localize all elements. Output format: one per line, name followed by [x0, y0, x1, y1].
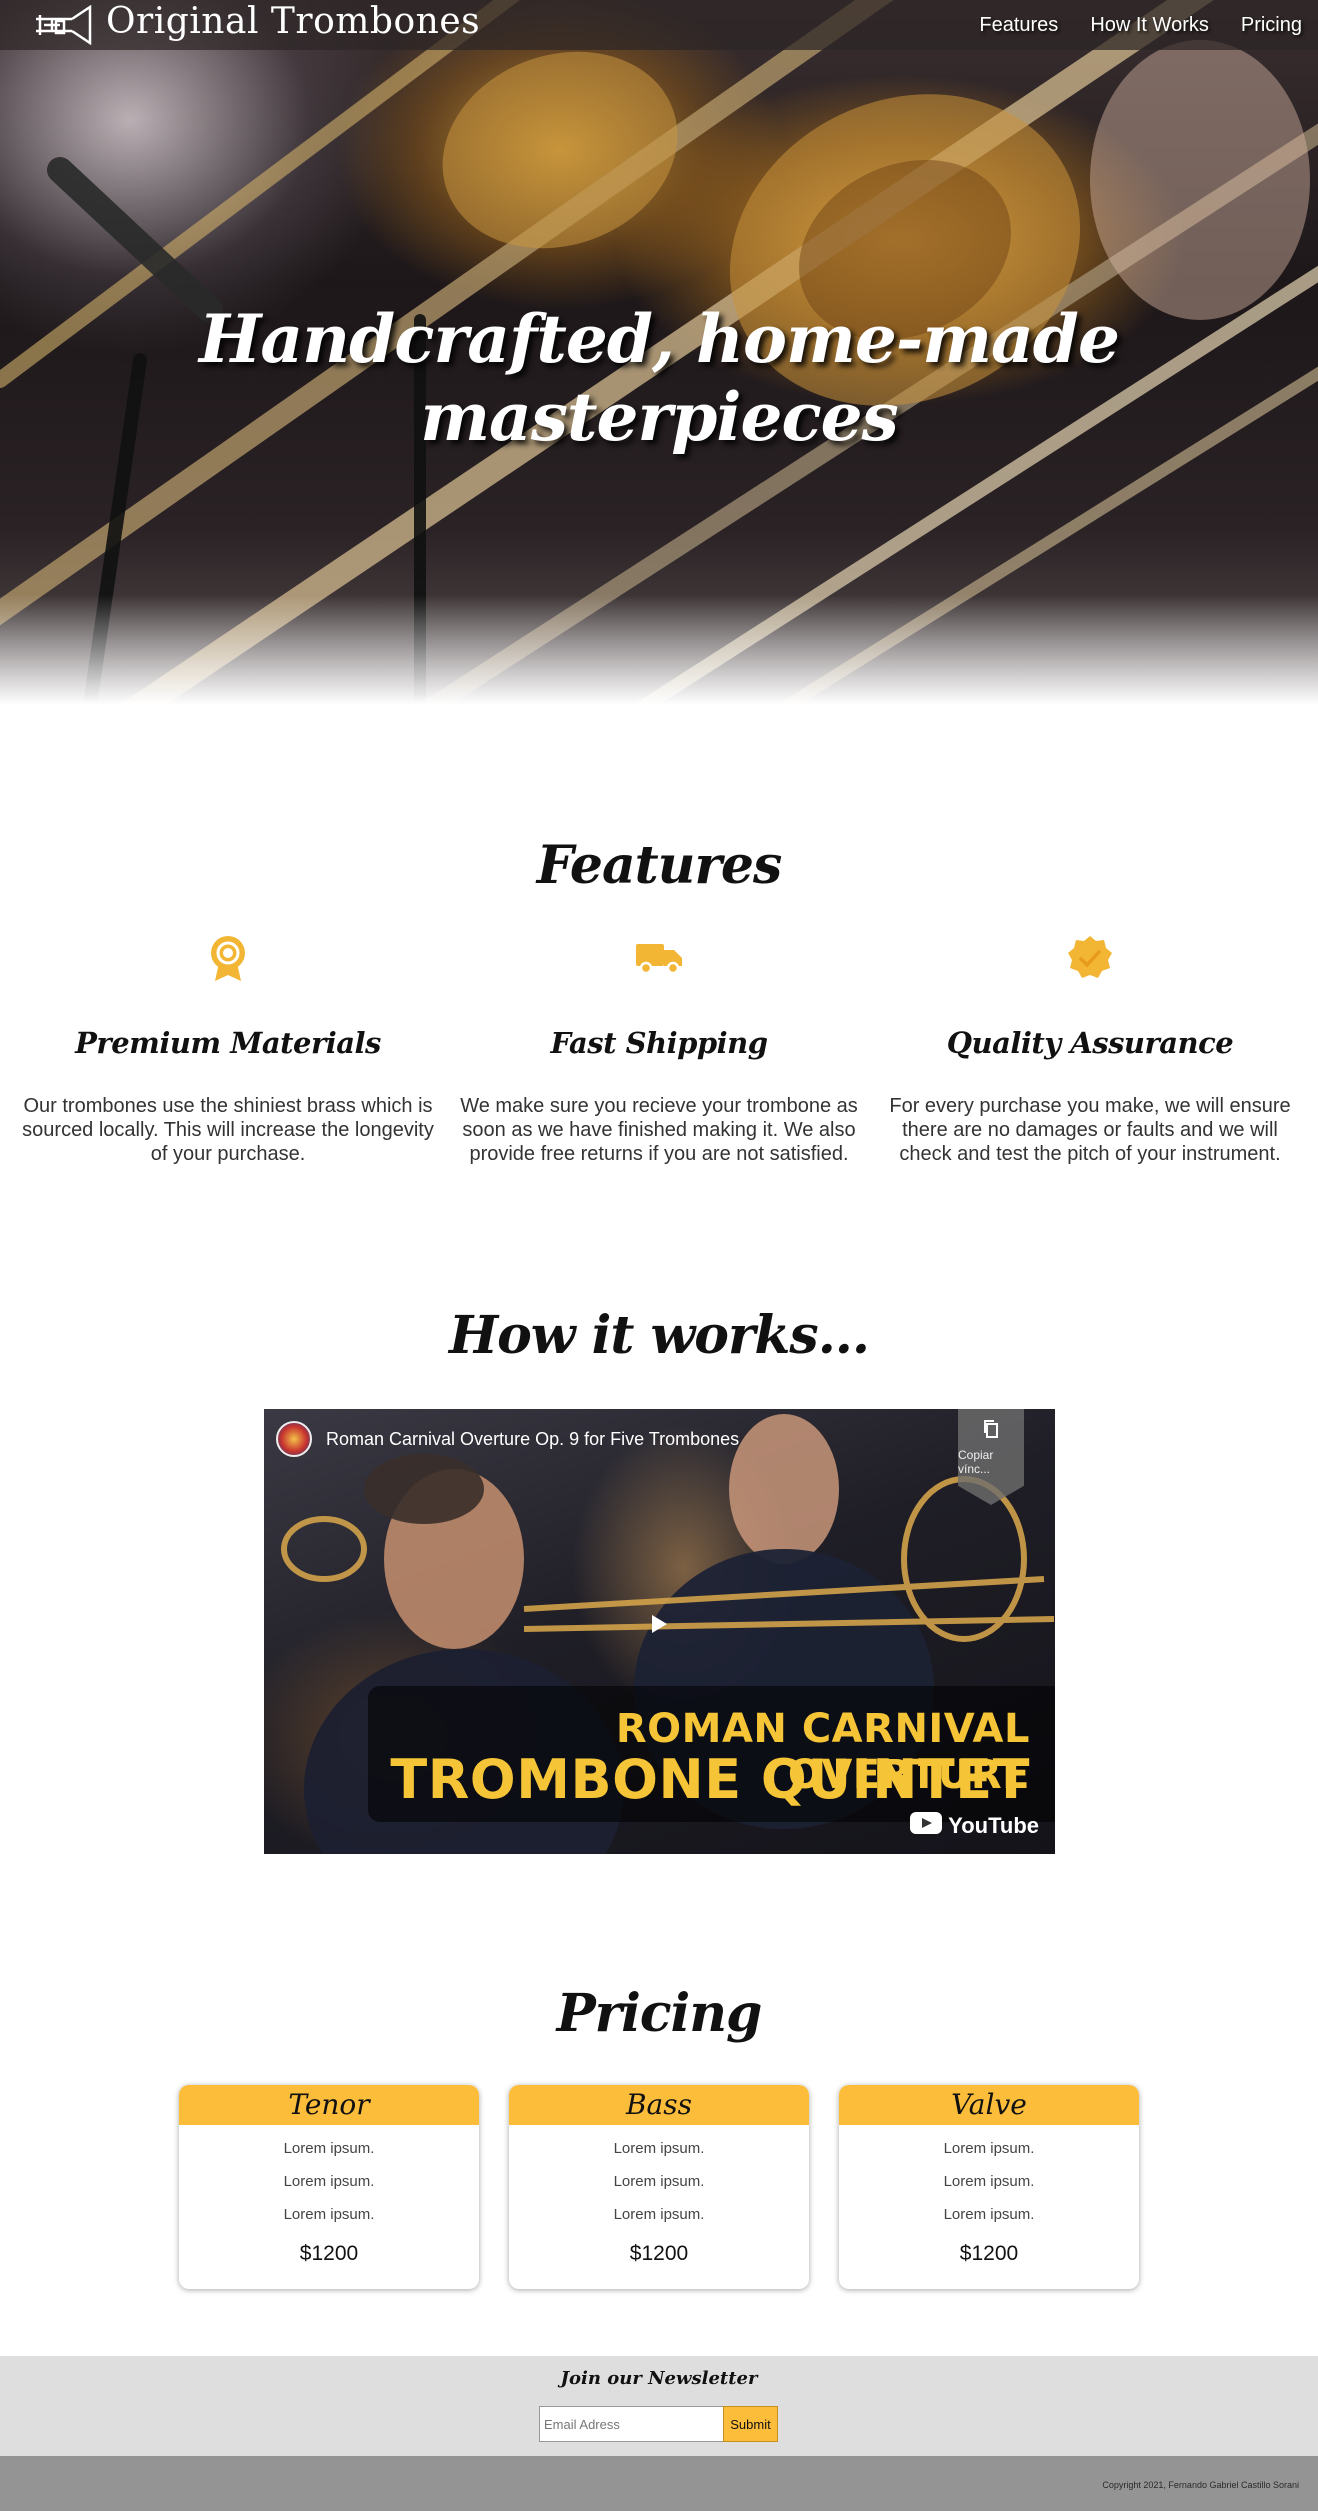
feature-card: Premium Materials Our trombones use the … — [18, 930, 438, 1166]
features-list: Premium Materials Our trombones use the … — [18, 930, 1300, 1166]
plan-feature: Lorem ipsum. — [613, 2206, 705, 2223]
video-player[interactable]: Roman Carnival Overture Op. 9 for Five T… — [264, 1409, 1055, 1854]
feature-card: Quality Assurance For every purchase you… — [880, 930, 1300, 1166]
truck-icon — [449, 930, 869, 986]
plan-name: Bass — [509, 2085, 809, 2125]
features-title: Features — [536, 835, 782, 896]
hero-fade — [0, 595, 1318, 705]
hero-section: Handcrafted, home-made masterpieces — [0, 0, 1318, 705]
newsletter-form: Submit — [539, 2406, 778, 2442]
copy-icon — [982, 1419, 1000, 1444]
plan-feature: Lorem ipsum. — [283, 2206, 375, 2223]
pricing-card-tenor: Tenor Lorem ipsum. Lorem ipsum. Lorem ip… — [179, 2085, 479, 2289]
pricing-card-bass: Bass Lorem ipsum. Lorem ipsum. Lorem ips… — [509, 2085, 809, 2289]
trombone-logo-icon — [30, 5, 94, 45]
nav-link-pricing[interactable]: Pricing — [1241, 14, 1302, 37]
pricing-title: Pricing — [556, 1983, 763, 2044]
check-badge-icon — [880, 930, 1300, 986]
nav-link-how-it-works[interactable]: How It Works — [1090, 14, 1209, 37]
feature-title: Premium Materials — [75, 1026, 381, 1060]
nav-link-features[interactable]: Features — [979, 14, 1058, 37]
plan-feature: Lorem ipsum. — [943, 2173, 1035, 2190]
play-button[interactable] — [634, 1606, 684, 1646]
how-it-works-title: How it works... — [448, 1305, 870, 1366]
plan-feature: Lorem ipsum. — [943, 2140, 1035, 2157]
youtube-wordmark: YouTube — [948, 1813, 1039, 1838]
site-header: Original Trombones Features How It Works… — [0, 0, 1318, 50]
youtube-play-icon — [910, 1812, 943, 1840]
video-banner: ROMAN CARNIVAL OVERTURE TROMBONE QUINTET — [368, 1686, 1055, 1822]
video-title[interactable]: Roman Carnival Overture Op. 9 for Five T… — [326, 1429, 739, 1450]
plan-feature: Lorem ipsum. — [943, 2206, 1035, 2223]
feature-card: Fast Shipping We make sure you recieve y… — [449, 930, 869, 1166]
hero-title: Handcrafted, home-made masterpieces — [199, 300, 1120, 456]
newsletter-section: Join our Newsletter Submit — [0, 2356, 1318, 2456]
channel-avatar[interactable] — [276, 1421, 312, 1457]
feature-text: We make sure you recieve your trombone a… — [460, 1095, 858, 1165]
award-medal-icon — [18, 930, 438, 986]
plan-feature: Lorem ipsum. — [613, 2173, 705, 2190]
copy-link-label: Copiar vínc... — [958, 1448, 994, 1476]
submit-button[interactable]: Submit — [723, 2406, 778, 2442]
plan-name: Tenor — [179, 2085, 479, 2125]
plan-feature: Lorem ipsum. — [283, 2173, 375, 2190]
plan-price: $1200 — [629, 2242, 689, 2265]
plan-price: $1200 — [299, 2242, 359, 2265]
banner-line-2: TROMBONE QUINTET — [390, 1748, 1030, 1811]
plan-feature: Lorem ipsum. — [613, 2140, 705, 2157]
email-input[interactable] — [539, 2406, 723, 2442]
feature-text: Our trombones use the shiniest brass whi… — [22, 1095, 434, 1165]
play-icon — [650, 1614, 668, 1639]
plan-feature: Lorem ipsum. — [283, 2140, 375, 2157]
feature-title: Quality Assurance — [946, 1026, 1234, 1060]
plan-price: $1200 — [959, 2242, 1019, 2265]
feature-text: For every purchase you make, we will ens… — [889, 1095, 1291, 1165]
site-footer: Copyright 2021, Fernando Gabriel Castill… — [0, 2456, 1318, 2511]
copyright-text: Copyright 2021, Fernando Gabriel Castill… — [1102, 2480, 1299, 2490]
pricing-card-valve: Valve Lorem ipsum. Lorem ipsum. Lorem ip… — [839, 2085, 1139, 2289]
copy-link-button[interactable]: Copiar vínc... — [958, 1409, 1024, 1505]
brand-name: Original Trombones — [106, 1, 481, 42]
brand[interactable]: Original Trombones — [30, 1, 481, 45]
newsletter-title: Join our Newsletter — [560, 2368, 758, 2389]
youtube-logo[interactable]: YouTube — [910, 1812, 1039, 1840]
main-nav: Features How It Works Pricing — [979, 14, 1302, 37]
feature-title: Fast Shipping — [550, 1026, 768, 1060]
pricing-list: Tenor Lorem ipsum. Lorem ipsum. Lorem ip… — [179, 2085, 1139, 2289]
plan-name: Valve — [839, 2085, 1139, 2125]
